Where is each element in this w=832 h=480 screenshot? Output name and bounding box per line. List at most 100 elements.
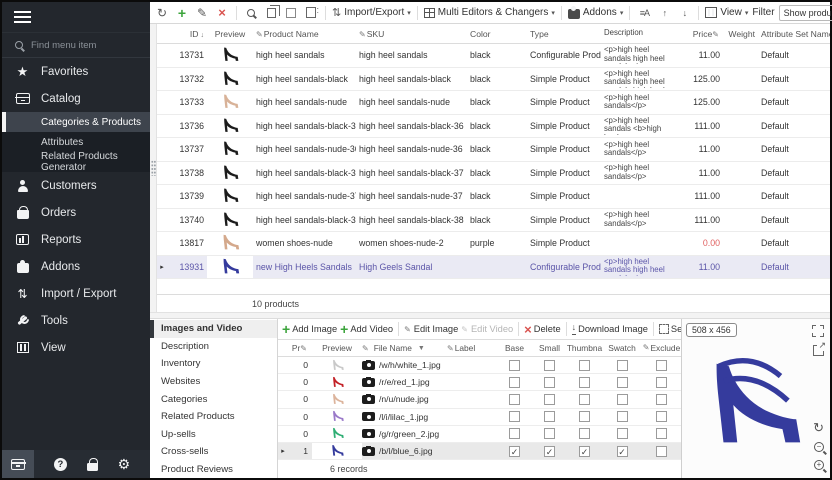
product-row[interactable]: 13731 high heel sandalshigh heel sandals… xyxy=(157,44,830,68)
edit-image-button[interactable]: ✎Edit Image xyxy=(404,324,458,334)
copy-icon[interactable] xyxy=(263,5,279,21)
set-resize-rule-button[interactable]: Set Resize Rule xyxy=(659,324,681,334)
add-image-button[interactable]: +Add Image xyxy=(282,321,337,337)
small-checkbox[interactable] xyxy=(544,428,555,439)
image-row[interactable]: 0 /w/h/white_1.jpg xyxy=(278,357,681,374)
menu-icon[interactable] xyxy=(14,11,31,23)
base-checkbox[interactable] xyxy=(509,411,520,422)
zoom-out-icon[interactable]: − xyxy=(814,436,824,454)
sidebar-item-orders[interactable]: Orders xyxy=(2,199,150,226)
thumbnail-checkbox[interactable] xyxy=(579,411,590,422)
column-header-description[interactable]: Description xyxy=(601,29,671,38)
column-header-color[interactable]: Color xyxy=(467,29,527,39)
paste-icon[interactable] xyxy=(303,5,319,21)
delete-image-button[interactable]: ×Delete xyxy=(524,321,560,337)
add-video-button[interactable]: +Add Video xyxy=(340,321,393,337)
sidebar-item-customers[interactable]: Customers xyxy=(2,172,150,199)
sidebar-item-import-export[interactable]: ⇅ Import / Export xyxy=(2,280,150,307)
checkbox-select-icon[interactable] xyxy=(283,5,299,21)
thumbnail-checkbox[interactable]: ✓ xyxy=(579,446,590,457)
tab-product-reviews[interactable]: Product Reviews xyxy=(150,461,277,479)
thumbnail-checkbox[interactable] xyxy=(579,428,590,439)
column-header-swatch[interactable]: Swatch xyxy=(602,343,642,353)
small-checkbox[interactable] xyxy=(544,360,555,371)
small-checkbox[interactable] xyxy=(544,394,555,405)
delete-product-icon[interactable]: × xyxy=(214,5,230,21)
sidebar-item-related-products-generator[interactable]: Related Products Generator xyxy=(2,152,150,172)
small-checkbox[interactable] xyxy=(544,377,555,388)
thumbnail-checkbox[interactable] xyxy=(579,377,590,388)
sidebar-item-tools[interactable]: Tools xyxy=(2,307,150,334)
column-header-preview[interactable]: Preview xyxy=(312,343,362,353)
column-header-product-name[interactable]: ✎Product Name xyxy=(253,29,356,39)
image-row-selected[interactable]: ▸ 1 /b/l/blue_6.jpg ✓ ✓ ✓ ✓ xyxy=(278,443,681,460)
product-row[interactable]: 13733 high heel sandals-nudehigh heel sa… xyxy=(157,91,830,115)
menu-search-input[interactable] xyxy=(31,40,131,51)
column-header-thumbnail[interactable]: Thumbna xyxy=(567,343,602,353)
swatch-checkbox[interactable] xyxy=(617,428,628,439)
column-header-sku[interactable]: ✎SKU xyxy=(356,29,467,39)
image-row[interactable]: 0 /l/i/lilac_1.jpg xyxy=(278,409,681,426)
exclude-checkbox[interactable] xyxy=(656,377,667,388)
exclude-checkbox[interactable] xyxy=(656,411,667,422)
fullscreen-icon[interactable] xyxy=(812,325,824,337)
sidebar-item-view[interactable]: View xyxy=(2,334,150,361)
product-row[interactable]: 13732 high heel sandals-blackhigh heel s… xyxy=(157,68,830,92)
refresh-icon[interactable]: ↻ xyxy=(154,5,170,21)
open-external-icon[interactable]: ↗ xyxy=(813,345,824,356)
product-row[interactable]: 13817 women shoes-nudewomen shoes-nude-2… xyxy=(157,232,830,256)
sidebar-item-catalog[interactable]: Catalog xyxy=(2,85,150,112)
store-manager-icon[interactable] xyxy=(2,450,34,478)
swatch-checkbox[interactable]: ✓ xyxy=(617,446,628,457)
column-header-price[interactable]: Price✎ xyxy=(671,29,723,39)
search-products-icon[interactable] xyxy=(243,5,259,21)
tab-categories[interactable]: Categories xyxy=(150,390,277,408)
column-header-file-name[interactable]: ✎File Name▼ xyxy=(362,343,447,353)
sort-ascending-icon[interactable]: ↑ xyxy=(656,5,672,21)
small-checkbox[interactable] xyxy=(544,411,555,422)
column-header-weight[interactable]: Weight xyxy=(723,29,758,39)
tab-related-products[interactable]: Related Products xyxy=(150,408,277,426)
swatch-checkbox[interactable] xyxy=(617,411,628,422)
tab-images-and-video[interactable]: Images and Video xyxy=(150,320,277,338)
exclude-checkbox[interactable] xyxy=(656,446,667,457)
column-header-preview[interactable]: Preview xyxy=(207,29,253,39)
column-header-id[interactable]: ID↓ xyxy=(167,29,207,39)
base-checkbox[interactable] xyxy=(509,377,520,388)
product-row[interactable]: 13736 high heel sandals-black-36high hee… xyxy=(157,115,830,139)
sort-descending-icon[interactable]: ↓ xyxy=(676,5,692,21)
column-header-exclude[interactable]: ✎Exclude xyxy=(642,343,681,353)
image-row[interactable]: 0 /r/e/red_1.jpg xyxy=(278,374,681,391)
product-row[interactable]: 13738 high heel sandals-black-37high hee… xyxy=(157,162,830,186)
swatch-checkbox[interactable] xyxy=(617,377,628,388)
sidebar-item-categories-products[interactable]: Categories & Products xyxy=(2,112,150,132)
import-export-button[interactable]: ⇅ Import/Export ▾ xyxy=(332,6,411,19)
filter-select[interactable]: Show products from selected categories ▾ xyxy=(779,5,832,21)
image-row[interactable]: 0 /n/u/nude.jpg xyxy=(278,391,681,408)
thumbnail-checkbox[interactable] xyxy=(579,394,590,405)
tab-description[interactable]: Description xyxy=(150,338,277,356)
tab-up-sells[interactable]: Up-sells xyxy=(150,425,277,443)
exclude-checkbox[interactable] xyxy=(656,394,667,405)
multi-editors-button[interactable]: Multi Editors & Changers ▾ xyxy=(424,7,555,18)
thumbnail-checkbox[interactable] xyxy=(579,360,590,371)
edit-product-icon[interactable]: ✎ xyxy=(194,5,210,21)
base-checkbox[interactable] xyxy=(509,360,520,371)
sort-az-icon[interactable]: ≡A xyxy=(636,5,652,21)
view-button[interactable]: View ▾ xyxy=(705,7,748,18)
add-product-icon[interactable]: + xyxy=(174,5,190,21)
exclude-checkbox[interactable] xyxy=(656,428,667,439)
zoom-in-icon[interactable]: + xyxy=(814,454,824,472)
tab-cross-sells[interactable]: Cross-sells xyxy=(150,443,277,461)
image-row[interactable]: 0 /g/r/green_2.jpg xyxy=(278,426,681,443)
sidebar-item-addons[interactable]: Addons xyxy=(2,253,150,280)
column-header-position[interactable]: Pr✎ xyxy=(288,343,312,353)
lock-icon[interactable] xyxy=(87,463,98,471)
addons-button[interactable]: Addons ▾ xyxy=(568,6,623,19)
sidebar-item-favorites[interactable]: ★ Favorites xyxy=(2,58,150,85)
sidebar-item-attributes[interactable]: Attributes xyxy=(2,132,150,152)
download-image-button[interactable]: ↓Download Image xyxy=(572,323,648,335)
product-row[interactable]: 13737 high heel sandals-nude-36high heel… xyxy=(157,138,830,162)
base-checkbox[interactable]: ✓ xyxy=(509,446,520,457)
swatch-checkbox[interactable] xyxy=(617,360,628,371)
